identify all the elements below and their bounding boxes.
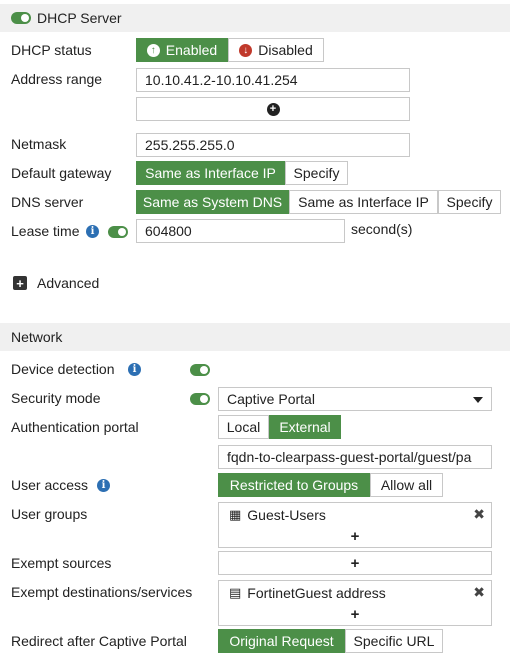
lease-time-toggle[interactable]	[108, 226, 128, 238]
security-mode-label: Security mode	[11, 390, 101, 406]
dhcp-status-label: DHCP status	[11, 42, 92, 58]
restricted-to-groups-button[interactable]: Restricted to Groups	[218, 473, 370, 497]
exempt-destinations-label: Exempt destinations/services	[11, 584, 193, 600]
lease-time-label: Lease time	[11, 223, 80, 239]
dhcp-disabled-button[interactable]: ↓ Disabled	[228, 38, 324, 62]
dhcp-enabled-label: Enabled	[165, 42, 218, 58]
dns-same-as-system-button[interactable]: Same as System DNS	[136, 190, 289, 214]
list-item[interactable]: ▤ FortinetGuest address	[229, 585, 386, 601]
dhcp-disabled-label: Disabled	[258, 42, 313, 58]
plus-circle-icon: +	[266, 102, 280, 116]
auth-portal-local-button[interactable]: Local	[218, 415, 269, 439]
add-address-range-button[interactable]: +	[136, 97, 410, 121]
gateway-specify-button[interactable]: Specify	[285, 161, 348, 185]
add-exempt-source-button[interactable]: +	[218, 551, 492, 575]
dhcp-enabled-button[interactable]: ↑ Enabled	[136, 38, 228, 62]
exempt-sources-label: Exempt sources	[11, 555, 112, 571]
info-icon[interactable]: i	[86, 225, 99, 238]
dns-same-as-interface-button[interactable]: Same as Interface IP	[289, 190, 438, 214]
dns-server-label: DNS server	[11, 194, 84, 210]
add-icon: +	[350, 554, 360, 572]
network-header: Network	[0, 323, 510, 351]
plus-square-icon: +	[13, 276, 27, 290]
add-icon[interactable]: +	[219, 528, 491, 545]
address-range-input[interactable]: 10.10.41.2-10.10.41.254	[136, 68, 410, 92]
address-icon: ▤	[229, 585, 242, 600]
netmask-label: Netmask	[11, 136, 67, 152]
user-groups-list[interactable]: ▦ Guest-Users ✖ +	[218, 502, 492, 548]
user-access-label: User access	[11, 477, 89, 493]
dhcp-server-toggle[interactable]	[11, 12, 31, 24]
advanced-toggle[interactable]: + Advanced	[13, 275, 99, 291]
auth-portal-external-button[interactable]: External	[269, 415, 341, 439]
allow-all-button[interactable]: Allow all	[370, 473, 443, 497]
gateway-same-as-interface-button[interactable]: Same as Interface IP	[136, 161, 285, 185]
user-group-icon: ▦	[229, 507, 242, 522]
lease-time-input[interactable]: 604800	[136, 219, 345, 243]
dhcp-server-header: DHCP Server	[0, 4, 510, 32]
exempt-destination-name: FortinetGuest address	[247, 585, 386, 601]
auth-portal-label: Authentication portal	[11, 419, 139, 435]
auth-portal-url-input[interactable]: fqdn-to-clearpass-guest-portal/guest/pa	[218, 445, 492, 469]
exempt-destinations-list[interactable]: ▤ FortinetGuest address ✖ +	[218, 580, 492, 626]
lease-time-unit: second(s)	[351, 221, 413, 237]
info-icon[interactable]: i	[128, 363, 141, 376]
close-icon[interactable]: ✖	[473, 506, 485, 523]
redirect-label: Redirect after Captive Portal	[11, 633, 187, 649]
security-mode-toggle[interactable]	[190, 393, 210, 405]
close-icon[interactable]: ✖	[473, 584, 485, 601]
device-detection-label: Device detection	[11, 361, 115, 377]
chevron-down-icon	[473, 397, 483, 403]
add-icon[interactable]: +	[219, 606, 491, 623]
security-mode-value: Captive Portal	[227, 391, 315, 407]
netmask-input[interactable]: 255.255.255.0	[136, 133, 410, 157]
user-group-name: Guest-Users	[247, 507, 326, 523]
list-item[interactable]: ▦ Guest-Users	[229, 507, 326, 523]
disabled-circle-icon: ↓	[239, 43, 253, 57]
arrow-up-circle-icon: ↑	[146, 43, 160, 57]
redirect-original-request-button[interactable]: Original Request	[218, 629, 345, 653]
advanced-label: Advanced	[37, 275, 100, 291]
dhcp-server-title: DHCP Server	[37, 10, 122, 26]
network-title: Network	[11, 329, 63, 345]
info-icon[interactable]: i	[97, 479, 110, 492]
user-groups-label: User groups	[11, 506, 88, 522]
address-range-label: Address range	[11, 71, 103, 87]
device-detection-toggle[interactable]	[190, 364, 210, 376]
default-gateway-label: Default gateway	[11, 165, 112, 181]
security-mode-select[interactable]: Captive Portal	[218, 387, 492, 411]
dns-specify-button[interactable]: Specify	[438, 190, 501, 214]
redirect-specific-url-button[interactable]: Specific URL	[345, 629, 443, 653]
